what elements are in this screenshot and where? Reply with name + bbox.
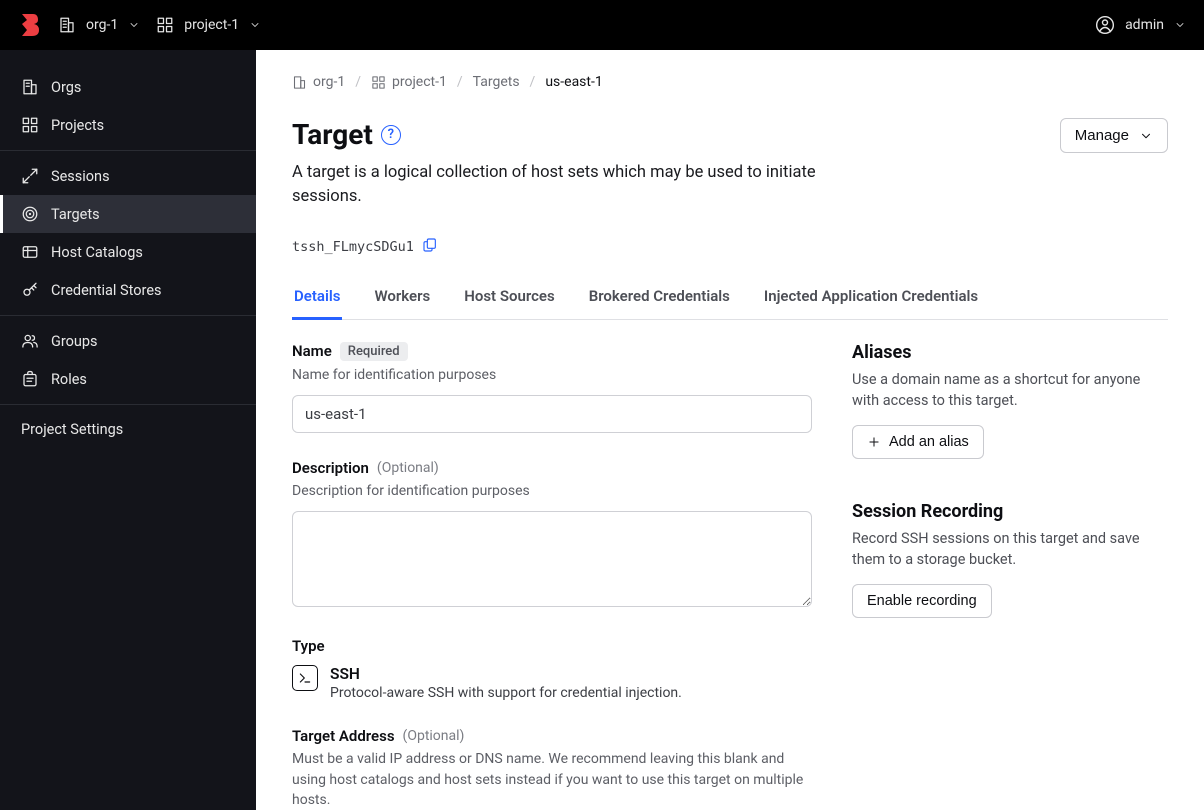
org-name: org-1 xyxy=(86,17,118,33)
tab-brokered-credentials[interactable]: Brokered Credentials xyxy=(587,277,732,320)
sidebar-item-credential-stores[interactable]: Credential Stores xyxy=(0,271,256,309)
description-input[interactable] xyxy=(292,511,812,607)
chevron-down-icon xyxy=(1174,19,1186,31)
help-icon[interactable]: ? xyxy=(381,125,401,145)
sidebar-item-roles[interactable]: Roles xyxy=(0,360,256,398)
project-name: project-1 xyxy=(184,17,239,33)
chevron-down-icon xyxy=(128,19,140,31)
sidebar-item-label: Roles xyxy=(51,371,87,388)
tab-details[interactable]: Details xyxy=(292,277,342,320)
sidebar-item-label: Projects xyxy=(51,117,104,134)
tab-workers[interactable]: Workers xyxy=(372,277,432,320)
tab-injected-application-credentials[interactable]: Injected Application Credentials xyxy=(762,277,980,320)
sidebar-item-label: Host Catalogs xyxy=(51,244,143,261)
breadcrumb-project[interactable]: project-1 xyxy=(371,74,447,90)
terminal-icon xyxy=(292,665,318,691)
project-switcher[interactable]: project-1 xyxy=(156,16,261,34)
org-switcher[interactable]: org-1 xyxy=(58,16,140,34)
enable-recording-button[interactable]: Enable recording xyxy=(852,584,992,618)
breadcrumb-section[interactable]: Targets xyxy=(473,74,520,90)
user-name: admin xyxy=(1125,17,1164,33)
target-address-field: Target Address (Optional) Must be a vali… xyxy=(292,727,812,810)
plus-icon xyxy=(867,435,881,449)
breadcrumb-current: us-east-1 xyxy=(545,74,602,90)
sidebar-item-host-catalogs[interactable]: Host Catalogs xyxy=(0,233,256,271)
sidebar-item-sessions[interactable]: Sessions xyxy=(0,157,256,195)
page-title: Target ? xyxy=(292,118,852,151)
tab-host-sources[interactable]: Host Sources xyxy=(462,277,556,320)
sidebar-item-label: Groups xyxy=(51,333,98,350)
sidebar-item-label: Targets xyxy=(51,206,100,223)
sidebar-item-projects[interactable]: Projects xyxy=(0,106,256,144)
copy-icon[interactable] xyxy=(422,237,438,257)
user-menu[interactable]: admin xyxy=(1095,15,1186,35)
session-recording-block: Session Recording Record SSH sessions on… xyxy=(852,501,1152,618)
sidebar-item-label: Credential Stores xyxy=(51,282,162,299)
sidebar-item-label: Project Settings xyxy=(21,421,123,438)
target-id: tssh_FLmycSDGu1 xyxy=(292,237,1168,257)
sidebar-item-targets[interactable]: Targets xyxy=(0,195,256,233)
sidebar-item-label: Orgs xyxy=(51,79,81,96)
description-field: Description (Optional) Description for i… xyxy=(292,459,812,611)
sidebar-item-groups[interactable]: Groups xyxy=(0,322,256,360)
main-content: org-1 / project-1 / Targets / us-east-1 … xyxy=(256,50,1204,810)
required-badge: Required xyxy=(340,342,408,361)
add-alias-button[interactable]: Add an alias xyxy=(852,425,984,459)
chevron-down-icon xyxy=(1139,129,1153,143)
sidebar-item-label: Sessions xyxy=(51,168,110,185)
name-input[interactable] xyxy=(292,395,812,433)
breadcrumb: org-1 / project-1 / Targets / us-east-1 xyxy=(292,74,1168,90)
breadcrumb-org[interactable]: org-1 xyxy=(292,74,345,90)
sidebar-item-orgs[interactable]: Orgs xyxy=(0,68,256,106)
chevron-down-icon xyxy=(249,19,261,31)
app-logo[interactable] xyxy=(18,13,42,37)
sidebar-item-project-settings[interactable]: Project Settings xyxy=(0,411,256,448)
top-bar: org-1 project-1 admin xyxy=(0,0,1204,50)
aliases-block: Aliases Use a domain name as a shortcut … xyxy=(852,342,1152,459)
type-field: Type SSH Protocol-aware SSH with support… xyxy=(292,637,812,701)
manage-button[interactable]: Manage xyxy=(1060,118,1168,153)
tabs: Details Workers Host Sources Brokered Cr… xyxy=(292,277,1168,320)
name-field: Name Required Name for identification pu… xyxy=(292,342,812,433)
page-description: A target is a logical collection of host… xyxy=(292,161,852,209)
sidebar: Orgs Projects Sessions Targets Host Cata… xyxy=(0,50,256,810)
